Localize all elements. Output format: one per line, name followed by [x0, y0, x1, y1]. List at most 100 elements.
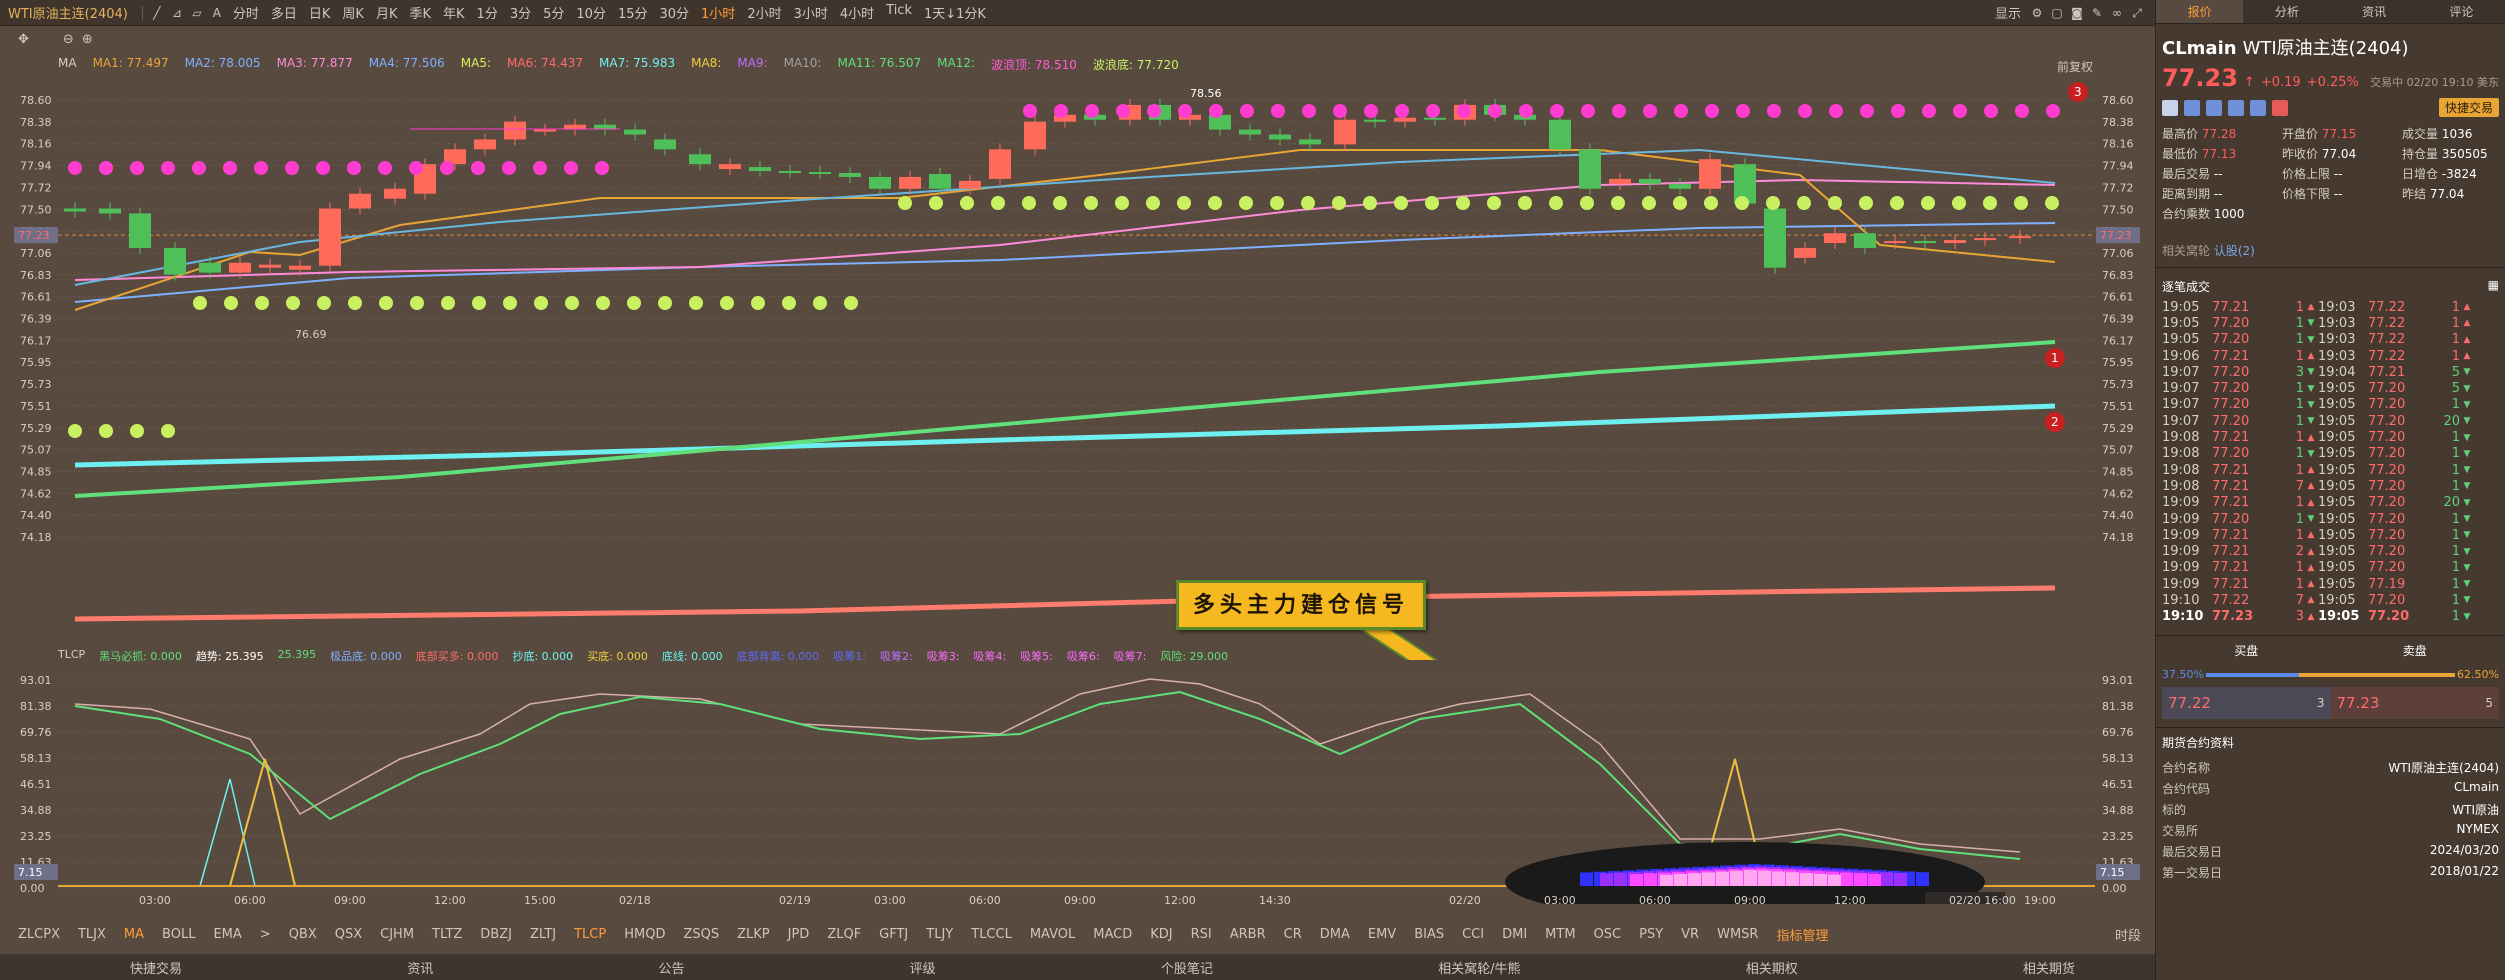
candle[interactable] [1579, 149, 1601, 189]
indicator-tab[interactable]: DMI [1502, 927, 1527, 942]
indicator-tab[interactable]: ZLKP [737, 927, 770, 942]
ask-cell[interactable]: 77.23 5 [2330, 686, 2499, 719]
bottom-link[interactable]: 评级 [910, 958, 936, 977]
feature-icon[interactable] [2206, 99, 2222, 116]
edit-icon[interactable]: ✎ [2090, 6, 2104, 20]
candle[interactable] [624, 129, 646, 135]
restore-rights-toggle[interactable]: 前复权 [2057, 58, 2093, 75]
candle[interactable] [689, 154, 711, 165]
draw-rect-icon[interactable]: ▱ [190, 6, 204, 20]
candle[interactable] [1024, 121, 1046, 150]
candle[interactable] [899, 176, 921, 189]
candle[interactable] [1549, 119, 1571, 150]
bottom-link[interactable]: 相关期货 [2023, 958, 2075, 977]
candle[interactable] [1699, 159, 1721, 189]
candle[interactable] [229, 262, 251, 273]
feature-icon[interactable] [2250, 99, 2266, 116]
candle[interactable] [654, 139, 676, 150]
candle[interactable] [289, 265, 311, 270]
indicator-tab[interactable]: ZLQF [827, 927, 861, 942]
display-menu[interactable]: 显示 [1989, 3, 2027, 22]
candle[interactable] [1394, 117, 1416, 122]
settings-icon[interactable]: ⚙ [2030, 6, 2044, 20]
camera-icon[interactable]: ◙ [2070, 6, 2084, 20]
grid-icon[interactable]: ▦ [2488, 278, 2499, 295]
candle[interactable] [384, 188, 406, 199]
indicator-tab[interactable]: WMSR [1717, 927, 1758, 942]
draw-tool-icon[interactable]: ⊿ [170, 6, 184, 20]
feature-icon[interactable] [2184, 99, 2200, 116]
indicator-tab[interactable]: EMV [1368, 927, 1396, 942]
interval-tab[interactable]: 年K [437, 3, 471, 22]
indicator-tab[interactable]: KDJ [1150, 927, 1172, 942]
indicator-tab[interactable]: HMQD [624, 927, 665, 942]
quote-tab[interactable]: 资讯 [2331, 0, 2418, 23]
candle[interactable] [959, 180, 981, 189]
indicator-tab[interactable]: CR [1284, 927, 1302, 942]
feature-icon[interactable] [2228, 99, 2244, 116]
bottom-link[interactable]: 公告 [658, 958, 684, 977]
interval-tab[interactable]: 3分 [504, 3, 537, 22]
candle[interactable] [1299, 139, 1321, 145]
candle[interactable] [1974, 238, 1996, 241]
candle[interactable] [1914, 241, 1936, 244]
candle[interactable] [1794, 247, 1816, 258]
candle[interactable] [1884, 241, 1906, 244]
candle[interactable] [319, 208, 341, 266]
candle[interactable] [1854, 233, 1876, 248]
interval-tab[interactable]: 10分 [570, 3, 612, 22]
candle[interactable] [199, 262, 221, 273]
interval-tab[interactable]: 4小时 [834, 3, 880, 22]
candle[interactable] [1364, 119, 1386, 122]
indicator-tab[interactable]: QSX [335, 927, 362, 942]
candle[interactable] [1764, 208, 1786, 268]
indicator-tab[interactable]: TLCP [574, 927, 606, 942]
candle[interactable] [1824, 233, 1846, 244]
candle[interactable] [869, 176, 891, 189]
candle[interactable] [474, 139, 496, 150]
quote-tab[interactable]: 报价 [2156, 0, 2244, 23]
candle[interactable] [259, 264, 281, 268]
candle[interactable] [1269, 134, 1291, 140]
expand-icon[interactable]: ⤢ [2130, 6, 2144, 20]
indicator-tab[interactable]: ZLTJ [530, 927, 556, 942]
candle[interactable] [1944, 240, 1966, 244]
indicator-tab[interactable]: ZSQS [683, 927, 719, 942]
indicator-tab[interactable]: RSI [1191, 927, 1212, 942]
indicator-tab[interactable]: OSC [1594, 927, 1622, 942]
indicator-tab[interactable]: TLCCL [971, 927, 1012, 942]
indicator-tab[interactable]: BOLL [162, 927, 195, 942]
indicator-tab[interactable]: TLJX [78, 927, 106, 942]
indicator-tab[interactable]: 指标管理 [1776, 925, 1828, 944]
interval-tab[interactable]: 1小时 [695, 3, 741, 22]
interval-tab[interactable]: 日K [303, 3, 337, 22]
indicator-tab[interactable]: EMA [213, 927, 241, 942]
interval-tab[interactable]: 季K [403, 3, 437, 22]
bottom-link[interactable]: 快捷交易 [130, 958, 182, 977]
indicator-tab[interactable]: MACD [1093, 927, 1132, 942]
indicator-tab[interactable]: DMA [1320, 927, 1350, 942]
candle[interactable] [749, 167, 771, 172]
candle[interactable] [2009, 236, 2031, 239]
indicator-tab[interactable]: MTM [1545, 927, 1575, 942]
quick-trade-button[interactable]: 快捷交易 [2438, 98, 2499, 117]
candle[interactable] [1424, 117, 1446, 120]
link-icon[interactable]: ∞ [2110, 6, 2124, 20]
candle[interactable] [1334, 119, 1356, 145]
candle[interactable] [839, 172, 861, 177]
layout-icon[interactable]: ▢ [2050, 6, 2064, 20]
candle[interactable] [779, 171, 801, 174]
indicator-tab[interactable]: MA [124, 927, 144, 942]
indicator-tab[interactable]: ZLCPX [18, 927, 60, 942]
zoom-in-icon[interactable]: ⊕ [82, 32, 93, 47]
move-icon[interactable]: ✥ [18, 32, 29, 47]
interval-tab[interactable]: 15分 [612, 3, 654, 22]
candle[interactable] [129, 213, 151, 248]
candle[interactable] [1639, 178, 1661, 184]
candle[interactable] [1239, 129, 1261, 135]
candle[interactable] [534, 129, 556, 132]
interval-tab[interactable]: 3小时 [788, 3, 834, 22]
interval-tab[interactable]: 1分 [471, 3, 504, 22]
interval-tab[interactable]: 30分 [653, 3, 695, 22]
indicator-tab[interactable]: QBX [289, 927, 317, 942]
